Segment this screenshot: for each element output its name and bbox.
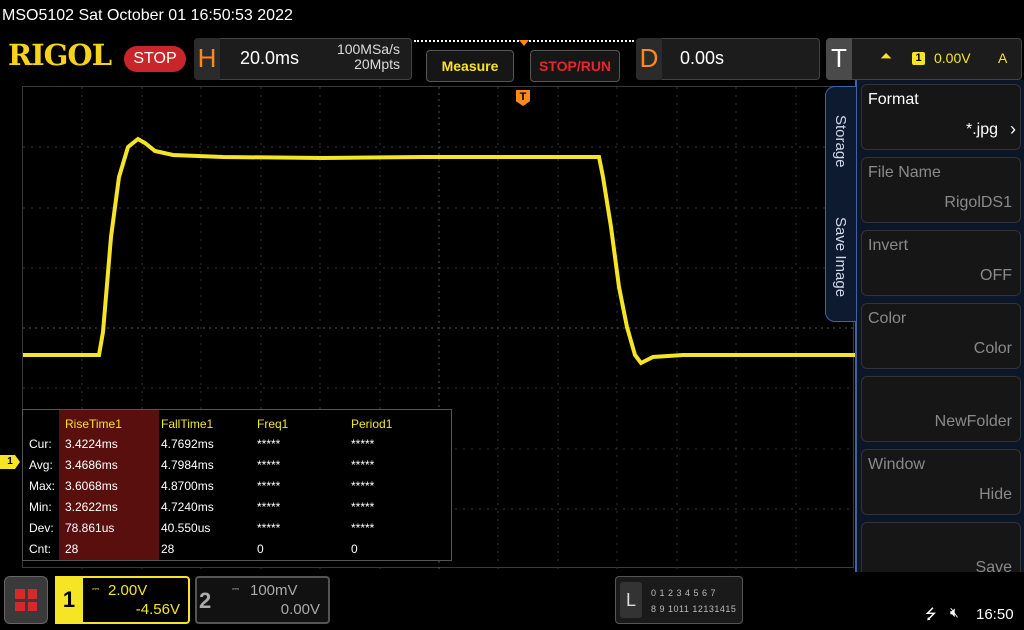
sample-rate: 100MSa/s 20Mpts [310, 42, 400, 72]
ch1-label[interactable]: 1 [55, 576, 83, 624]
menu-item-value: Color [973, 340, 1012, 357]
dc-coupling-icon: ⎓ [92, 584, 100, 594]
ch2-label[interactable]: 2 [199, 588, 211, 614]
measure-value: ***** [351, 479, 375, 493]
delay-value: 0.00s [680, 48, 725, 68]
measure-value: 4.7692ms [161, 437, 214, 451]
measure-row-label: Max: [29, 479, 56, 493]
menu-item-value: Hide [979, 486, 1012, 503]
menu-item-value: *.jpg [965, 121, 998, 138]
run-state-badge[interactable]: STOP [124, 46, 186, 72]
measure-value: ***** [257, 479, 281, 493]
menu-item-title: Invert [868, 237, 909, 254]
menu-item-value: NewFolder [934, 413, 1012, 430]
measure-value: 4.8700ms [161, 479, 214, 493]
menu-item-title: Window [868, 456, 925, 473]
measure-value: ***** [257, 500, 281, 514]
ch1-offset: -4.56V [135, 601, 180, 618]
measure-value: 3.4686ms [65, 458, 118, 472]
ch1-offset-marker[interactable]: 1 [0, 455, 20, 469]
menu-item-title: File Name [868, 164, 941, 181]
measure-value: 28 [65, 542, 79, 556]
ch2-offset: 0.00V [280, 601, 320, 618]
measure-value: ***** [257, 458, 281, 472]
logic-channels-row2: 8 9 1011 12131415 [651, 604, 737, 614]
measure-value: ***** [257, 437, 281, 451]
rigol-logo: RIGOL [8, 38, 112, 72]
horizontal-key[interactable]: H [194, 38, 220, 80]
measure-row-label: Cnt: [29, 542, 52, 556]
main-menu-button[interactable] [4, 576, 48, 624]
clock: 16:50 [976, 606, 1014, 623]
menu-item-new-folder[interactable]: NewFolder [861, 376, 1021, 442]
menu-item-format[interactable]: Format *.jpg › [861, 84, 1021, 150]
sample-rate-value: 100MSa/s [336, 41, 400, 57]
menu-item-file-name[interactable]: File Name RigolDS1 [861, 157, 1021, 223]
measure-row-label: Cur: [29, 437, 52, 451]
measure-value: 0 [351, 542, 358, 556]
rising-edge-icon: ⏶ [880, 48, 893, 65]
menu-item-value: OFF [980, 267, 1012, 284]
trigger-position-icon [519, 40, 529, 46]
menu-item-color[interactable]: Color Color [861, 303, 1021, 369]
delay-panel[interactable] [636, 38, 820, 80]
logic-key[interactable]: L [620, 582, 642, 618]
tab-storage[interactable]: Storage [832, 115, 849, 168]
chevron-right-icon: › [1010, 119, 1016, 139]
measure-row-label: Avg: [29, 458, 53, 472]
measure-value: 78.861us [65, 521, 115, 535]
measurement-table: RiseTime1 FallTime1 Freq1 Period1 Cur: 3.422… [22, 409, 452, 561]
trigger-level: 0.00V [934, 50, 971, 66]
measure-value: 3.4224ms [65, 437, 118, 451]
speaker-mute-icon[interactable]: 🔇︎ [950, 604, 959, 621]
measure-row-label: Dev: [29, 521, 54, 535]
tab-save-image[interactable]: Save Image [832, 217, 849, 297]
measure-value: ***** [257, 521, 281, 535]
ch2-scale: 100mV [250, 582, 298, 599]
side-tab[interactable]: Storage Save Image [825, 86, 857, 322]
menu-item-value: RigolDS1 [944, 194, 1012, 211]
measure-header[interactable]: RiseTime1 [65, 417, 122, 431]
measure-value: 3.6068ms [65, 479, 118, 493]
measure-value: 28 [161, 542, 175, 556]
menu-item-title: Color [868, 310, 907, 327]
measure-header[interactable]: Period1 [351, 417, 392, 431]
dc-coupling-icon-ch2: ⎓ [232, 584, 240, 594]
menu-item-window[interactable]: Window Hide [861, 449, 1021, 515]
trigger-key[interactable]: T [826, 38, 852, 80]
usb-icon: ⭍ [925, 606, 937, 622]
status-line: MSO5102 Sat October 01 16:50:53 2022 [0, 0, 1024, 34]
delay-key[interactable]: D [636, 38, 662, 80]
measure-value: 0 [257, 542, 264, 556]
measure-button[interactable]: Measure [426, 50, 514, 82]
measure-value: ***** [351, 500, 375, 514]
measure-value: 3.2622ms [65, 500, 118, 514]
memory-depth-value: 20Mpts [354, 56, 400, 72]
ch1-scale: 2.00V [108, 582, 148, 599]
logic-channels-row1: 0 1 2 3 4 5 6 7 [651, 588, 717, 598]
timebase-value: 20.0ms [240, 48, 300, 68]
measure-value: ***** [351, 458, 375, 472]
trigger-channel-badge: 1 [912, 52, 925, 65]
measure-row-label: Min: [29, 500, 52, 514]
menu-grid-icon [15, 589, 37, 611]
measure-value: ***** [351, 437, 375, 451]
measure-header[interactable]: Freq1 [257, 417, 288, 431]
menu-item-title: Format [868, 91, 919, 108]
stop-run-button[interactable]: STOP/RUN [530, 50, 620, 82]
menu-item-invert[interactable]: Invert OFF [861, 230, 1021, 296]
measure-value: 4.7984ms [161, 458, 214, 472]
measure-value: ***** [351, 521, 375, 535]
measure-value: 4.7240ms [161, 500, 214, 514]
measure-header[interactable]: FallTime1 [161, 417, 213, 431]
measure-value: 40.550us [161, 521, 211, 535]
trigger-mode: A [998, 50, 1008, 66]
